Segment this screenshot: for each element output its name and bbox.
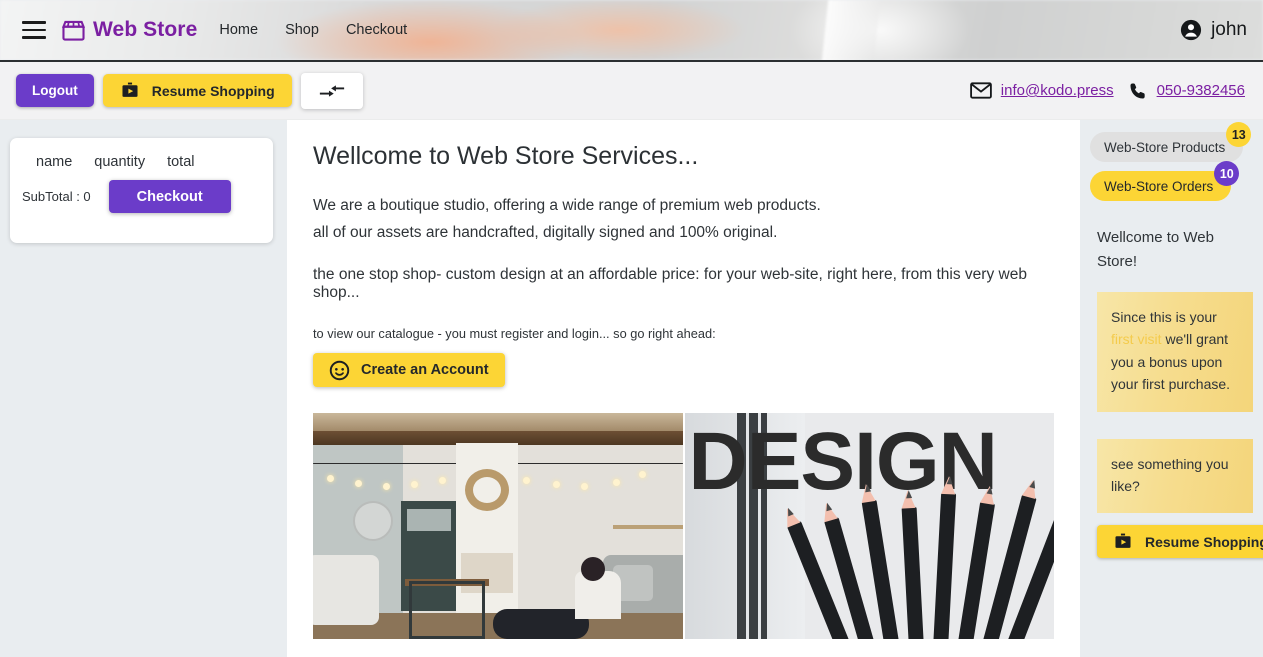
nav-link-home[interactable]: Home	[219, 22, 258, 38]
cart-card: name quantity total SubTotal : 0 Checkou…	[10, 138, 273, 243]
phone-icon	[1128, 81, 1148, 101]
register-note: to view our catalogue - you must registe…	[313, 326, 716, 341]
logout-button[interactable]: Logout	[16, 74, 94, 107]
cart-col-quantity: quantity	[94, 154, 146, 170]
brand-logo[interactable]: Web Store	[62, 18, 197, 42]
image-gallery: DESIGN	[313, 413, 1054, 639]
page-title: Wellcome to Web Store Services...	[313, 142, 699, 170]
action-toolbar: Logout Resume Shopping info@kodo.press 0…	[0, 62, 1263, 120]
note-highlight: first visit	[1111, 331, 1162, 348]
app-page: Web Store Home Shop Checkout john Logout	[0, 0, 1263, 657]
email-link[interactable]: info@kodo.press	[1001, 82, 1114, 99]
create-account-label: Create an Account	[361, 362, 489, 378]
loft-living-room-photo	[313, 413, 683, 639]
hamburger-menu-icon[interactable]	[22, 21, 46, 39]
cart-column: name quantity total SubTotal : 0 Checkou…	[0, 120, 287, 657]
resume-shopping-label: Resume Shopping	[151, 82, 275, 99]
first-visit-bonus-note: Since this is your first visit we'll gra…	[1097, 292, 1253, 412]
user-account-button[interactable]: john	[1180, 19, 1247, 41]
contact-info: info@kodo.press 050-9382456	[969, 81, 1245, 101]
phone-link[interactable]: 050-9382456	[1157, 82, 1245, 99]
intro-paragraph-2: all of our assets are handcrafted, digit…	[313, 224, 778, 241]
sidebar-resume-shopping-label: Resume Shopping	[1145, 533, 1263, 550]
intro-paragraph-3: the one stop shop- custom design at an a…	[313, 266, 1027, 301]
note-text-before: Since this is your	[1111, 309, 1217, 325]
mail-icon	[969, 82, 992, 99]
cart-col-total: total	[167, 154, 195, 170]
resume-shopping-button[interactable]: Resume Shopping	[102, 74, 292, 107]
sidebar-item-web-store-products[interactable]: Web-Store Products 13	[1090, 122, 1252, 162]
top-navigation-bar: Web Store Home Shop Checkout john	[0, 0, 1263, 62]
nav-link-shop[interactable]: Shop	[285, 22, 319, 38]
child-face-icon	[329, 360, 350, 381]
create-account-button[interactable]: Create an Account	[313, 353, 505, 387]
username-label: john	[1211, 19, 1247, 40]
right-sidebar: Web-Store Products 13 Web-Store Orders 1…	[1080, 120, 1263, 657]
design-pencils-photo: DESIGN	[684, 413, 1054, 639]
cart-footer: SubTotal : 0 Checkout	[22, 180, 261, 213]
sidebar-item-web-store-orders[interactable]: Web-Store Orders 10	[1090, 161, 1240, 201]
sidebar-welcome-text: Wellcome to Web Store!	[1097, 229, 1214, 270]
phone-contact[interactable]: 050-9382456	[1128, 81, 1245, 101]
account-circle-icon	[1180, 19, 1202, 41]
intro-paragraph-1: We are a boutique studio, offering a wid…	[313, 197, 821, 214]
see-something-you-like-note: see something you like?	[1097, 438, 1253, 514]
products-count-badge: 13	[1226, 122, 1252, 147]
products-pill-label: Web-Store Products	[1104, 139, 1226, 155]
cart-table-header: name quantity total	[22, 154, 261, 170]
cart-col-name: name	[36, 154, 73, 170]
work-play-briefcase-icon	[1113, 532, 1133, 551]
collapse-panel-button[interactable]	[300, 72, 363, 109]
orders-count-badge: 10	[1214, 161, 1240, 186]
brand-name: Web Store	[93, 18, 198, 41]
nav-link-checkout[interactable]: Checkout	[346, 22, 407, 38]
main-content-panel: Wellcome to Web Store Services... We are…	[287, 120, 1080, 657]
checkout-button[interactable]: Checkout	[108, 180, 231, 213]
cart-subtotal-label: SubTotal : 0	[22, 189, 91, 204]
note2-text: see something you like?	[1111, 455, 1229, 494]
sidebar-resume-shopping-button[interactable]: Resume Shopping	[1097, 525, 1263, 559]
storefront-icon	[62, 20, 85, 41]
work-play-briefcase-icon	[120, 81, 140, 100]
page-body: name quantity total SubTotal : 0 Checkou…	[0, 120, 1263, 657]
orders-pill-label: Web-Store Orders	[1104, 178, 1214, 194]
email-contact[interactable]: info@kodo.press	[969, 82, 1114, 99]
compress-arrows-icon	[319, 82, 345, 100]
